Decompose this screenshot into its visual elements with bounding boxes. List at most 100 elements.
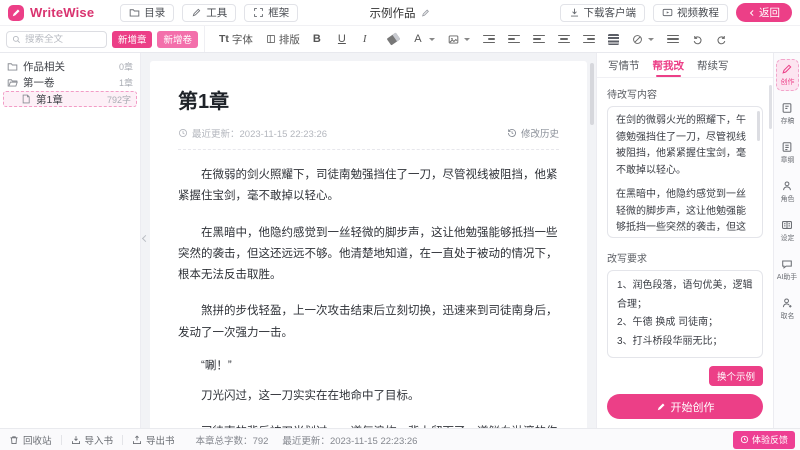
align-right-button[interactable]: [583, 35, 595, 43]
back-button[interactable]: 返回: [736, 3, 792, 22]
align-right-icon: [583, 35, 595, 43]
file-icon: [21, 94, 31, 104]
person-plus-icon: [781, 297, 793, 309]
recycle-bin-button[interactable]: 回收站: [0, 429, 61, 450]
editor-paper[interactable]: 第1章 最近更新：2023-11-15 22:23:26 修改历史: [150, 61, 587, 428]
indent-decrease-button[interactable]: [483, 35, 495, 43]
header-actions: 下载客户端 视频教程 返回: [560, 3, 793, 22]
chapter-tree-sidebar: 作品相关 0章 第一卷 1章 第1章 792字: [0, 53, 141, 428]
strip-item-settings[interactable]: 设定: [776, 215, 799, 247]
add-chapter-button[interactable]: 新增章: [112, 31, 153, 48]
align-center-button[interactable]: [558, 35, 570, 43]
insert-symbol-button[interactable]: [632, 34, 654, 45]
bold-button[interactable]: B: [313, 33, 325, 45]
search-box[interactable]: [6, 31, 107, 48]
tree-item-works[interactable]: 作品相关 0章: [0, 58, 140, 74]
folder-icon: [129, 7, 140, 18]
italic-button[interactable]: I: [363, 33, 375, 45]
caret-down-icon: [429, 38, 435, 41]
app-name: WriteWise: [30, 5, 94, 20]
export-icon: [132, 435, 142, 445]
eraser-icon: [387, 33, 401, 46]
paragraph: 在微弱的剑火照耀下，司徒南勉强挡住了一刀，尽管视线被阻挡，他紧紧握住宝剑，毫不敢…: [178, 165, 559, 208]
toolbar: 新增章 新增卷 Tt 字体 排版 B U I A: [0, 26, 800, 53]
draft-icon: [781, 102, 793, 114]
chapter-status: 本章总字数：792 最近更新：2023-11-15 22:23:26: [184, 433, 418, 447]
chevron-left-icon: [748, 9, 756, 17]
folder-open-icon: [7, 77, 18, 88]
chapter-body[interactable]: 在微弱的剑火照耀下，司徒南勉强挡住了一刀，尽管视线被阻挡，他紧紧握住宝剑，毫不敢…: [178, 165, 559, 428]
undo-button[interactable]: [692, 34, 703, 45]
tree-item-chapter1[interactable]: 第1章 792字: [3, 91, 137, 107]
status-bar: 回收站 导入书 导出书 本章总字数：792 最近更新：2023-11-15 22…: [0, 428, 800, 450]
add-volume-button[interactable]: 新增卷: [157, 31, 198, 48]
textarea-scrollbar[interactable]: [757, 111, 760, 141]
history-icon: [507, 128, 517, 138]
tab-help-revise[interactable]: 帮我改: [653, 53, 685, 77]
underline-button[interactable]: U: [338, 33, 350, 45]
assistant-content: 待改写内容 在剑的微弱火光的照耀下，午德勉强挡住了一刀，尽管视线被阻挡，他紧紧握…: [597, 78, 773, 388]
align-justify-button[interactable]: [608, 34, 619, 45]
strip-item-characters[interactable]: 角色: [776, 176, 799, 208]
app-logo: WriteWise: [8, 5, 94, 21]
indent-increase-button[interactable]: [508, 35, 520, 43]
circle-slash-icon: [632, 34, 643, 45]
redo-button[interactable]: [716, 34, 727, 45]
image-icon: [448, 34, 459, 45]
video-icon: [662, 7, 673, 18]
redo-icon: [716, 34, 727, 45]
strip-item-drafts[interactable]: 存稿: [776, 98, 799, 130]
import-book-button[interactable]: 导入书: [62, 429, 123, 450]
layout-button[interactable]: 排版: [266, 32, 300, 47]
settings-book-icon: [781, 219, 793, 231]
tree-item-volume1[interactable]: 第一卷 1章: [0, 74, 140, 90]
right-icon-strip: 创作 存稿 章纲 角色 设定: [773, 53, 800, 428]
editor-area: 第1章 最近更新：2023-11-15 22:23:26 修改历史: [141, 53, 596, 428]
strip-item-create[interactable]: 创作: [776, 59, 799, 91]
layout-icon: [266, 34, 276, 44]
align-left-button[interactable]: [533, 35, 545, 43]
strip-item-ai-helper[interactable]: AI助手: [776, 254, 799, 286]
person-icon: [781, 180, 793, 192]
updated-time-value: 2023-11-15 22:23:26: [330, 436, 418, 447]
font-button[interactable]: Tt 字体: [219, 32, 253, 47]
revision-history-button[interactable]: 修改历史: [507, 126, 559, 140]
download-client-button[interactable]: 下载客户端: [560, 4, 646, 22]
catalog-button[interactable]: 目录: [120, 4, 174, 22]
export-book-button[interactable]: 导出书: [123, 429, 184, 450]
paragraph: 司徒南的背后被刀光划过，一道气浪炸，背上留下了一道鲜血淋漓的伤口。: [178, 422, 559, 428]
video-tutorial-button[interactable]: 视频教程: [653, 4, 728, 22]
rewrite-source-textarea[interactable]: 在剑的微弱火光的照耀下，午德勉强挡住了一刀，尽管视线被阻挡，他紧紧握住宝剑，毫不…: [607, 106, 763, 238]
paragraph: 煞拼的步伐轻盈，上一次攻击结束后立刻切换，迅速来到司徒南身后，发动了一次强力一击…: [178, 301, 559, 344]
last-updated: 最近更新：2023-11-15 22:23:26: [178, 126, 327, 140]
pen-icon: [656, 402, 666, 412]
rewrite-requirements-box[interactable]: 1、润色段落，语句优美，逻辑合理； 2、午德 换成 司徒南； 3、打斗桥段华丽无…: [607, 270, 763, 358]
panel-scrollbar[interactable]: [769, 85, 772, 129]
chapter-title: 第1章: [178, 85, 559, 114]
framework-button[interactable]: 框架: [244, 4, 298, 22]
word-count-status: 本章总字数：792: [196, 433, 269, 447]
strip-item-naming[interactable]: 取名: [776, 293, 799, 325]
edit-title-icon[interactable]: [421, 8, 431, 18]
folder-icon: [7, 61, 18, 72]
feedback-clock-icon: [740, 435, 749, 444]
insert-image-button[interactable]: [448, 34, 470, 45]
line-spacing-button[interactable]: [667, 35, 679, 43]
font-color-button[interactable]: A: [412, 33, 435, 45]
caret-down-icon: [464, 38, 470, 41]
feedback-button[interactable]: 体验反馈: [733, 431, 795, 449]
frame-icon: [253, 7, 264, 18]
start-writing-button[interactable]: 开始创作: [607, 394, 763, 419]
editor-scrollbar[interactable]: [590, 63, 594, 125]
tools-button[interactable]: 工具: [182, 4, 236, 22]
tab-write-plot[interactable]: 写情节: [608, 53, 640, 77]
tab-help-continue[interactable]: 帮续写: [697, 53, 729, 77]
sidebar-collapse-handle[interactable]: [141, 226, 150, 252]
app-window: WriteWise 目录 工具 框架 示例作品: [0, 0, 800, 450]
strip-item-outline[interactable]: 章纲: [776, 137, 799, 169]
download-icon: [569, 7, 580, 18]
search-input[interactable]: [25, 34, 101, 45]
clear-format-button[interactable]: [388, 35, 399, 43]
document-title: 示例作品: [370, 5, 416, 21]
change-example-button[interactable]: 换个示例: [709, 366, 763, 386]
